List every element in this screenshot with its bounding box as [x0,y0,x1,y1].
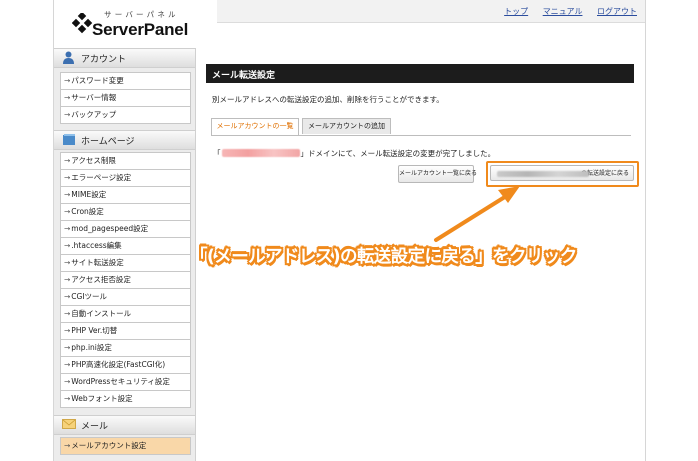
serverpanel-logo[interactable]: サーバーパネル ServerPanel [66,7,206,49]
top-bar: トップ マニュアル ログアウト [217,0,645,23]
sidebar-item-backup[interactable]: →バックアップ [61,107,190,124]
sidebar-section-account: アカウント [54,48,195,68]
sidebar-item-htaccess[interactable]: →.htaccess編集 [61,238,190,255]
sidebar-item-mime[interactable]: →MIME設定 [61,187,190,204]
logo-diamond-icon [72,13,93,34]
sidebar-item-pagespeed[interactable]: →mod_pagespeed設定 [61,221,190,238]
highlight-box [486,161,639,187]
page-frame: サーバーパネル ServerPanel トップ マニュアル ログアウト アカウン… [53,0,646,461]
sidebar-item-server-info[interactable]: →サーバー情報 [61,90,190,107]
redacted-domain [221,149,300,157]
top-link[interactable]: トップ [504,7,528,16]
sidebar-item-auto-install[interactable]: →自動インストール [61,306,190,323]
sidebar-item-password[interactable]: →パスワード変更 [61,73,190,90]
sidebar-section-mail: メール [54,415,195,435]
page-title: メール転送設定 [212,71,276,81]
homepage-menu: →アクセス制限 →エラーページ設定 →MIME設定 →Cron設定 →mod_p… [60,152,191,408]
mail-menu: →メールアカウント設定 [60,437,191,455]
sidebar: アカウント →パスワード変更 →サーバー情報 →バックアップ ホームページ →ア… [54,48,196,461]
sidebar-item-cron[interactable]: →Cron設定 [61,204,190,221]
sidebar-item-web-font[interactable]: →Webフォント設定 [61,391,190,408]
manual-link[interactable]: マニュアル [543,7,583,16]
tab-account-add[interactable]: メールアカウントの追加 [302,118,391,134]
message-text: 」ドメインにて、メール転送設定の変更が完了しました。 [300,149,496,158]
sidebar-item-error-page[interactable]: →エラーページ設定 [61,170,190,187]
sidebar-item-fastcgi[interactable]: →PHP高速化設定(FastCGI化) [61,357,190,374]
sidebar-item-site-forward[interactable]: →サイト転送設定 [61,255,190,272]
logo-name: ServerPanel [92,20,189,39]
sidebar-section-title: メール [81,422,109,432]
page-description: 別メールアドレスへの転送設定の追加、削除を行うことができます。 [212,95,444,104]
logout-link[interactable]: ログアウト [597,7,637,16]
sidebar-item-mail-account[interactable]: →メールアカウント設定 [61,438,190,455]
tab-bar: メールアカウントの一覧 メールアカウントの追加 [211,118,631,136]
message-prefix: 「 [213,149,221,158]
sidebar-item-wp-security[interactable]: →WordPressセキュリティ設定 [61,374,190,391]
logo-kana: サーバーパネル [104,10,179,19]
status-message: 「 」ドメインにて、メール転送設定の変更が完了しました。 [213,148,495,159]
account-menu: →パスワード変更 →サーバー情報 →バックアップ [60,72,191,124]
sidebar-item-php-ini[interactable]: →php.ini設定 [61,340,190,357]
page-title-bar: メール転送設定 [206,64,634,83]
sidebar-item-cgi-tools[interactable]: →CGIツール [61,289,190,306]
top-links: トップ マニュアル ログアウト [492,6,637,17]
sidebar-item-access-deny[interactable]: →アクセス拒否設定 [61,272,190,289]
sidebar-item-php-version[interactable]: →PHP Ver.切替 [61,323,190,340]
back-to-account-list-button[interactable]: メールアカウント一覧に戻る [398,165,477,183]
sidebar-section-title: ホームページ [81,137,135,147]
sidebar-section-title: アカウント [81,55,127,65]
annotation-text: 「(メールアドレス)の転送設定に戻る」をクリック [190,247,577,267]
tab-account-list[interactable]: メールアカウントの一覧 [211,118,299,135]
sidebar-item-access-limit[interactable]: →アクセス制限 [61,153,190,170]
user-icon [63,51,74,64]
envelope-icon [62,419,76,429]
book-icon [63,134,75,145]
sidebar-section-homepage: ホームページ [54,130,195,150]
